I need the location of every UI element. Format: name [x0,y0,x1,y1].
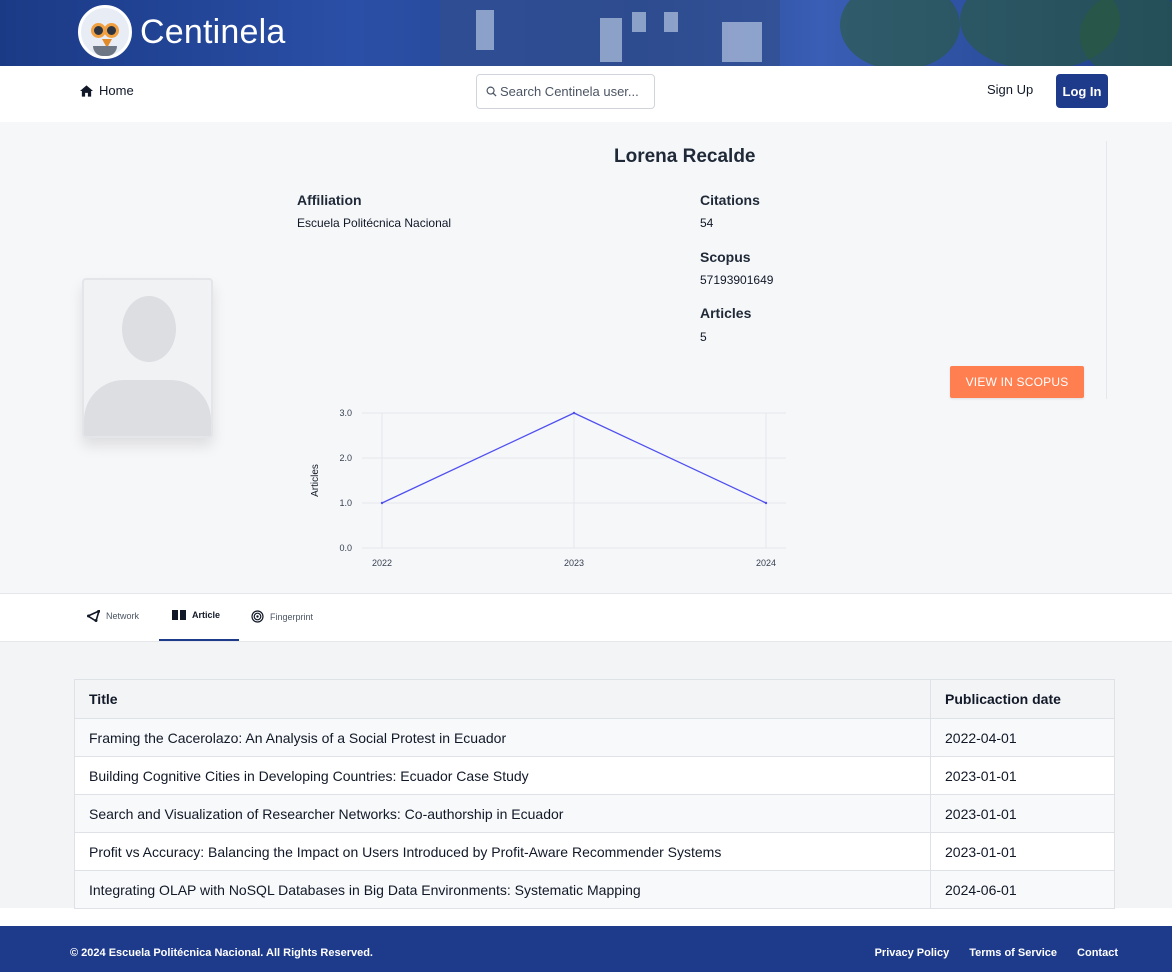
affiliation-value: Escuela Politécnica Nacional [297,216,452,230]
brand-logo[interactable]: Centinela [78,5,285,59]
column-header-title: Title [74,679,931,719]
search-box[interactable] [476,74,655,109]
table-header-row: Title Publicaction date [74,679,1115,719]
column-header-date: Publicaction date [930,679,1115,719]
search-icon [486,86,497,97]
article-title: Search and Visualization of Researcher N… [74,794,931,833]
article-date: 2023-01-01 [930,794,1115,833]
tab-fingerprint[interactable]: Fingerprint [251,610,313,623]
table-row[interactable]: Integrating OLAP with NoSQL Databases in… [74,870,1115,909]
contact-link[interactable]: Contact [1077,947,1118,959]
articles-value: 5 [700,330,707,344]
data-point [380,501,384,505]
avatar-placeholder-icon [82,278,213,438]
article-date: 2022-04-01 [930,718,1115,757]
table-row[interactable]: Profit vs Accuracy: Balancing the Impact… [74,832,1115,871]
tab-article[interactable]: Article [172,610,220,620]
article-title: Profit vs Accuracy: Balancing the Impact… [74,832,931,871]
brand-name: Centinela [140,12,286,51]
tab-label: Fingerprint [270,611,314,622]
articles-section: Title Publicaction date Framing the Cace… [0,642,1172,909]
y-tick-label: 1.0 [339,498,352,508]
tab-network[interactable]: Network [87,610,139,622]
citations-label: Citations [700,192,760,208]
tab-label: Network [106,611,140,621]
table-row[interactable]: Building Cognitive Cities in Developing … [74,756,1115,795]
profile-tabs: Network Article Fingerprint [0,593,1172,642]
privacy-policy-link[interactable]: Privacy Policy [875,947,950,959]
articles-line-chart: 0.0 1.0 2.0 3.0 2022 2023 2024 Articles [310,408,786,568]
tab-label: Article [192,610,221,620]
articles-label: Articles [700,305,752,321]
top-navbar: Home Sign Up Log In [0,66,1172,122]
login-button[interactable]: Log In [1056,74,1108,108]
signup-link[interactable]: Sign Up [987,82,1033,97]
x-tick-label: 2023 [564,558,584,568]
table-row[interactable]: Framing the Cacerolazo: An Analysis of a… [74,718,1115,757]
home-link[interactable]: Home [80,83,134,98]
table-row[interactable]: Search and Visualization of Researcher N… [74,794,1115,833]
footer-links: Privacy Policy Terms of Service Contact [875,947,1118,959]
view-in-scopus-button[interactable]: VIEW IN SCOPUS [950,366,1084,398]
search-input[interactable] [500,84,650,99]
y-tick-label: 0.0 [339,543,352,553]
divider [1106,141,1107,399]
terms-of-service-link[interactable]: Terms of Service [969,947,1057,959]
article-date: 2023-01-01 [930,756,1115,795]
scopus-value: 57193901649 [700,273,774,287]
copyright-text: © 2024 Escuela Politécnica Nacional. All… [70,947,373,959]
owl-logo-icon [78,5,132,59]
article-title: Building Cognitive Cities in Developing … [74,756,931,795]
article-title: Integrating OLAP with NoSQL Databases in… [74,870,931,909]
x-tick-label: 2022 [372,558,392,568]
home-icon [80,84,93,97]
network-icon [87,610,100,622]
x-tick-label: 2024 [756,558,776,568]
article-title: Framing the Cacerolazo: An Analysis of a… [74,718,931,757]
y-tick-label: 3.0 [339,408,352,418]
article-date: 2024-06-01 [930,870,1115,909]
y-tick-label: 2.0 [339,453,352,463]
y-axis-label: Articles [310,464,321,497]
active-tab-indicator [159,639,239,641]
home-label: Home [99,83,134,98]
researcher-name: Lorena Recalde [614,146,756,167]
scopus-label: Scopus [700,249,751,265]
article-date: 2023-01-01 [930,832,1115,871]
affiliation-label: Affiliation [297,192,362,208]
data-point [572,411,576,415]
data-point [764,501,768,505]
page-footer: © 2024 Escuela Politécnica Nacional. All… [0,926,1172,972]
citations-value: 54 [700,216,714,230]
fingerprint-icon [251,610,264,623]
book-icon [172,610,186,620]
articles-table: Title Publicaction date Framing the Cace… [74,679,1115,909]
header-banner: Centinela [0,0,1172,66]
